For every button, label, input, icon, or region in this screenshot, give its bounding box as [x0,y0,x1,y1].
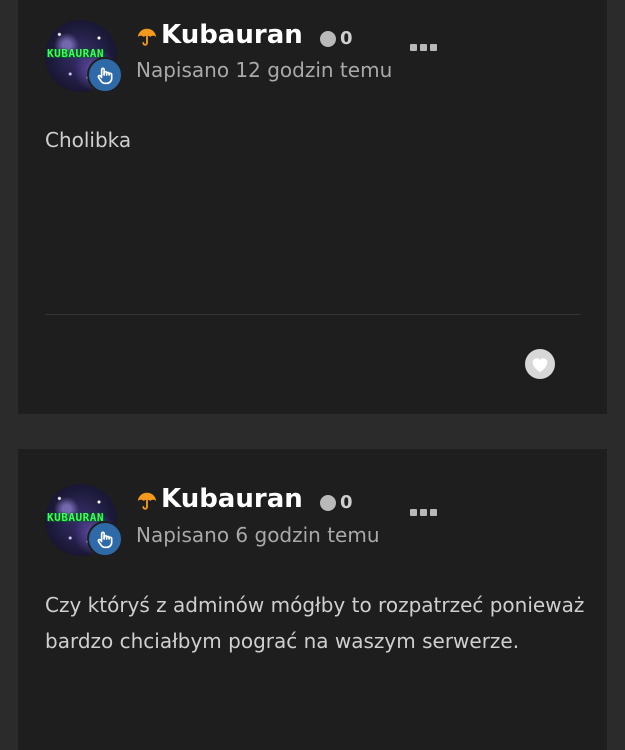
reputation-dot-icon [320,495,336,511]
divider [45,314,580,315]
hand-icon [87,521,123,557]
post-date[interactable]: Napisano 12 godzin temu [136,58,392,82]
avatar-label: KUBAURAN [47,511,104,524]
post-card: KUBAURAN Kubauran 0 Napisano 12 godzin t… [18,0,607,414]
more-options-icon[interactable] [410,44,438,54]
topic-page: KUBAURAN Kubauran 0 Napisano 12 godzin t… [0,0,625,750]
umbrella-icon [137,492,157,510]
post-date[interactable]: Napisano 6 godzin temu [136,523,380,547]
post-content: Cholibka [45,128,132,152]
umbrella-icon [137,28,157,46]
reputation-count: 0 [340,28,353,49]
reputation-dot-icon [320,31,336,47]
more-options-icon[interactable] [410,509,438,519]
heart-icon[interactable] [525,349,555,379]
hand-icon [87,57,123,93]
author-name[interactable]: Kubauran [161,20,303,50]
reputation-count: 0 [340,492,353,513]
author-name[interactable]: Kubauran [161,484,303,514]
post-content: Czy któryś z adminów mógłby to rozpatrze… [45,593,585,653]
avatar-label: KUBAURAN [47,47,104,60]
post-card: KUBAURAN Kubauran 0 Napisano 6 godzin te… [18,449,607,750]
